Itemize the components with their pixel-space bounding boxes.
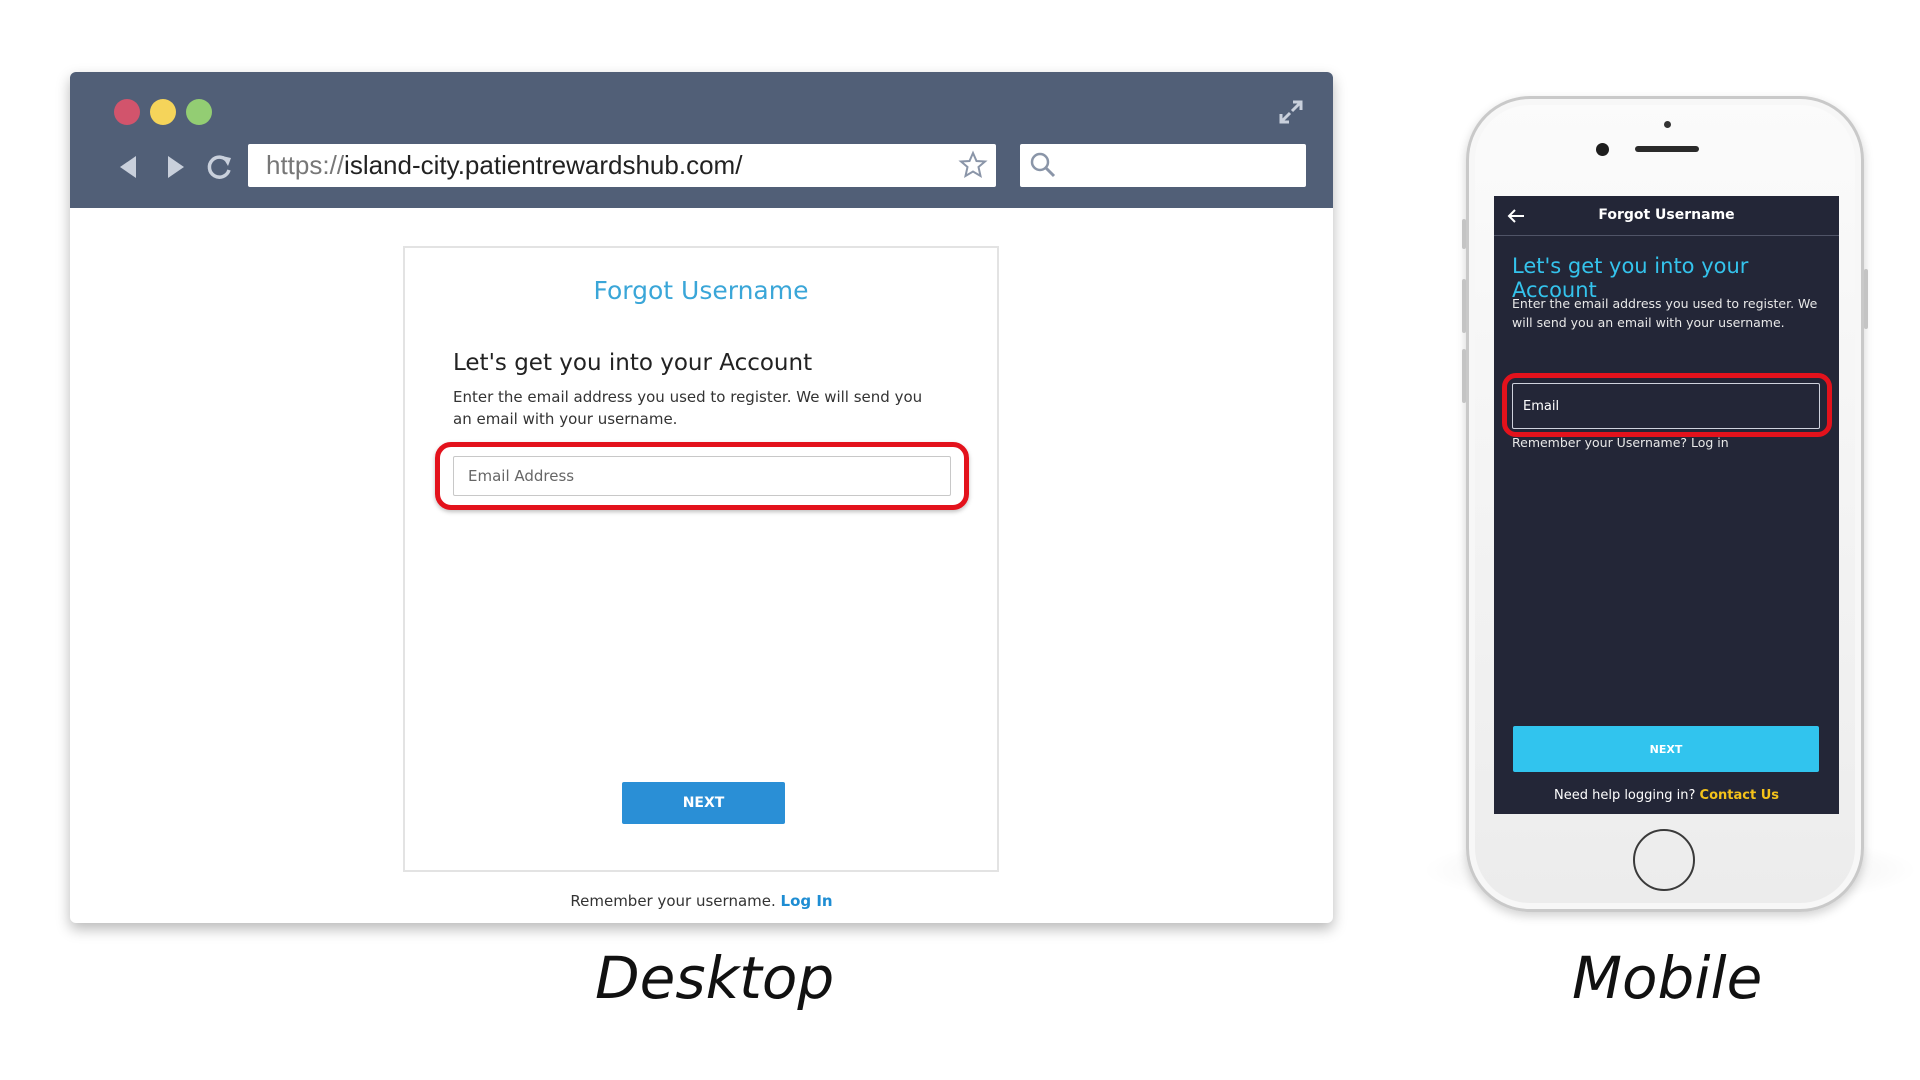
mobile-remember-link[interactable]: Remember your Username? Log in xyxy=(1512,435,1729,450)
star-icon[interactable] xyxy=(958,150,988,180)
mobile-page-title: Forgot Username xyxy=(1598,207,1735,223)
mobile-help-row: Need help logging in? Contact Us xyxy=(1494,788,1839,803)
login-link[interactable]: Log In xyxy=(781,892,833,910)
mobile-next-button[interactable]: NEXT xyxy=(1513,726,1819,772)
phone-side-button xyxy=(1462,349,1466,403)
back-arrow-icon[interactable] xyxy=(114,152,144,182)
minimize-dot[interactable] xyxy=(150,99,176,125)
maximize-dot[interactable] xyxy=(186,99,212,125)
reload-icon[interactable] xyxy=(204,152,234,182)
url-protocol: https:// xyxy=(266,150,345,180)
page-title: Forgot Username xyxy=(593,276,809,305)
phone-side-button xyxy=(1462,219,1466,249)
instructions-text: Enter the email address you used to regi… xyxy=(453,388,923,428)
contact-us-link[interactable]: Contact Us xyxy=(1700,788,1779,803)
forward-arrow-icon[interactable] xyxy=(160,152,190,182)
remember-text: Remember your username. xyxy=(570,892,776,910)
mobile-caption: Mobile xyxy=(1572,944,1763,1012)
phone-side-button xyxy=(1462,279,1466,333)
expand-icon[interactable] xyxy=(1277,98,1305,126)
phone-frame: Forgot Username Let's get you into your … xyxy=(1462,96,1868,912)
desktop-browser-window: https://island-city.patientrewardshub.co… xyxy=(70,72,1333,923)
url-host: island-city.patientrewardshub.com/ xyxy=(344,150,743,180)
mobile-screen: Forgot Username Let's get you into your … xyxy=(1494,196,1839,814)
forgot-username-card: Forgot Username Let's get you into your … xyxy=(403,246,999,872)
help-text: Need help logging in? xyxy=(1553,788,1696,803)
close-dot[interactable] xyxy=(114,99,140,125)
mobile-instructions-text: Enter the email address you used to regi… xyxy=(1512,296,1818,330)
browser-toolbar: https://island-city.patientrewardshub.co… xyxy=(70,72,1333,208)
remember-username-row: Remember your username. Log In xyxy=(70,892,1333,910)
phone-side-button xyxy=(1864,269,1868,329)
earpiece-speaker xyxy=(1635,146,1699,152)
proximity-sensor xyxy=(1664,121,1671,128)
browser-search-box[interactable] xyxy=(1020,144,1306,187)
home-button[interactable] xyxy=(1633,829,1695,891)
section-heading: Let's get you into your Account xyxy=(453,350,813,376)
front-camera xyxy=(1596,143,1609,156)
desktop-caption: Desktop xyxy=(595,944,835,1012)
mobile-header: Forgot Username xyxy=(1494,196,1839,236)
mobile-email-field[interactable] xyxy=(1512,383,1820,429)
next-button[interactable]: NEXT xyxy=(622,782,785,824)
search-icon xyxy=(1030,152,1056,178)
email-field[interactable] xyxy=(453,456,951,496)
address-bar[interactable]: https://island-city.patientrewardshub.co… xyxy=(248,144,996,187)
